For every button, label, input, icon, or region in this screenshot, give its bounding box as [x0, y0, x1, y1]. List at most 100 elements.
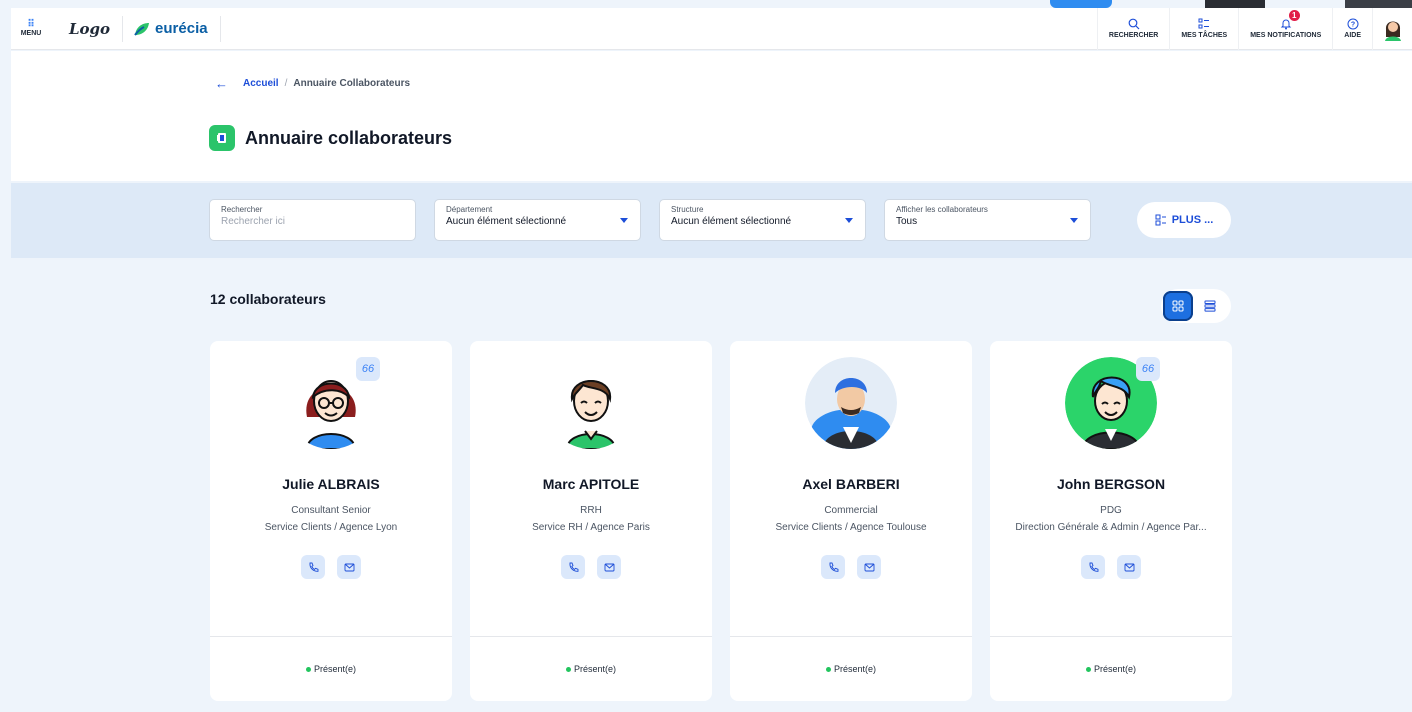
show-collaborators-label: Afficher les collaborateurs [896, 205, 988, 214]
structure-value: Aucun élément sélectionné [671, 216, 792, 227]
status-dot [1085, 666, 1091, 672]
breadcrumb: ← Accueil / Annuaire Collaborateurs [215, 76, 410, 91]
status-text: Présent(e) [313, 664, 357, 674]
show-collaborators-select[interactable]: Afficher les collaborateurs Tous [884, 199, 1091, 241]
view-toggle [1161, 289, 1231, 323]
structure-select[interactable]: Structure Aucun élément sélectionné [659, 199, 866, 241]
collaborator-department: Service Clients / Agence Toulouse [775, 522, 927, 533]
department-value: Aucun élément sélectionné [446, 216, 567, 227]
call-button[interactable] [301, 555, 325, 579]
grid-view-icon [1172, 300, 1184, 312]
notification-badge: 1 [1288, 9, 1300, 21]
phone-icon [569, 562, 578, 572]
department-label: Département [446, 205, 493, 214]
bell-icon [1280, 19, 1291, 30]
collaborator-card[interactable]: 66 Julie ALBRAIS Consultant Senior Servi… [210, 341, 452, 701]
mail-icon [604, 563, 614, 571]
email-button[interactable] [1117, 555, 1141, 579]
collaborator-card[interactable]: Marc APITOLE RRH Service RH / Agence Par… [470, 341, 712, 701]
status-badge: Présent(e) [470, 664, 712, 674]
chevron-down-icon [845, 218, 853, 223]
email-button[interactable] [857, 555, 881, 579]
phone-icon [1089, 562, 1098, 572]
collaborator-name: Julie ALBRAIS [282, 476, 380, 492]
tasks-icon [1198, 18, 1210, 29]
collaborator-department: Service RH / Agence Paris [532, 522, 650, 533]
status-dot [825, 666, 831, 672]
menu-button[interactable]: ⠿ MENU [11, 19, 51, 38]
status-badge: Présent(e) [990, 664, 1232, 674]
mail-icon [344, 563, 354, 571]
quote-icon[interactable]: 66 [1136, 357, 1160, 381]
structure-label: Structure [671, 205, 704, 214]
notifications-label: MES NOTIFICATIONS [1250, 32, 1322, 39]
filter-icon [1155, 214, 1166, 226]
quote-icon[interactable]: 66 [356, 357, 380, 381]
company-logo[interactable]: Logo [69, 15, 124, 42]
tasks-button[interactable]: MES TÂCHES [1169, 7, 1238, 50]
status-dot [565, 666, 571, 672]
breadcrumb-current: Annuaire Collaborateurs [293, 78, 411, 89]
directory-icon [209, 125, 235, 151]
top-bar: ⠿ MENU Logo eurécia RECHERCHER MES TÂCHE… [11, 7, 1412, 50]
list-view-button[interactable] [1193, 291, 1227, 321]
user-avatar[interactable] [1372, 7, 1412, 50]
more-filters-button[interactable]: PLUS ... [1137, 202, 1231, 238]
email-button[interactable] [337, 555, 361, 579]
call-button[interactable] [821, 555, 845, 579]
collaborator-role: PDG [1100, 505, 1122, 516]
status-badge: Présent(e) [210, 664, 452, 674]
page-title: Annuaire collaborateurs [245, 127, 453, 148]
help-button[interactable]: ? AIDE [1332, 7, 1372, 50]
email-button[interactable] [597, 555, 621, 579]
phone-icon [309, 562, 318, 572]
more-filters-label: PLUS ... [1171, 214, 1214, 226]
grid-view-button[interactable] [1163, 291, 1193, 321]
help-label: AIDE [1344, 32, 1361, 39]
search-label: RECHERCHER [1108, 32, 1159, 39]
card-divider [470, 636, 712, 637]
card-divider [990, 636, 1232, 637]
collaborator-card[interactable]: 66 John BERGSON PDG Direction Générale &… [990, 341, 1232, 701]
status-text: Présent(e) [1093, 664, 1137, 674]
chevron-down-icon [620, 218, 628, 223]
mail-icon [864, 563, 874, 571]
mail-icon [1124, 563, 1134, 571]
search-icon [1128, 18, 1140, 30]
notifications-button[interactable]: 1 MES NOTIFICATIONS [1238, 7, 1332, 50]
department-select[interactable]: Département Aucun élément sélectionné [434, 199, 641, 241]
call-button[interactable] [1081, 555, 1105, 579]
collaborator-count: 12 collaborateurs [210, 291, 326, 307]
show-collaborators-value: Tous [896, 216, 918, 227]
card-divider [210, 636, 452, 637]
phone-icon [829, 562, 838, 572]
avatar [805, 357, 897, 449]
tasks-label: MES TÂCHES [1181, 32, 1228, 39]
call-button[interactable] [561, 555, 585, 579]
eurecia-leaf-icon [134, 22, 150, 36]
collaborator-card[interactable]: Axel BARBERI Commercial Service Clients … [730, 341, 972, 701]
search-button[interactable]: RECHERCHER [1096, 7, 1169, 50]
help-icon: ? [1347, 18, 1359, 30]
user-avatar-icon [1384, 21, 1401, 41]
collaborator-name: Marc APITOLE [542, 476, 640, 492]
collaborator-role: Consultant Senior [291, 505, 371, 516]
brand-logo[interactable]: eurécia [133, 15, 221, 42]
grid-icon: ⠿ [27, 19, 35, 30]
collaborator-department: Direction Générale & Admin / Agence Par.… [1015, 522, 1207, 533]
filter-bar: Rechercher Rechercher ici Département Au… [11, 183, 1412, 258]
status-text: Présent(e) [833, 664, 877, 674]
back-arrow-icon[interactable]: ← [215, 76, 228, 91]
brand-name: eurécia [155, 20, 208, 37]
page-header: ← Accueil / Annuaire Collaborateurs Annu… [11, 51, 1412, 181]
breadcrumb-separator: / [284, 78, 288, 89]
status-dot [305, 666, 311, 672]
collaborator-role: Commercial [824, 505, 878, 516]
menu-label: MENU [20, 30, 42, 37]
breadcrumb-home-link[interactable]: Accueil [243, 78, 279, 89]
status-text: Présent(e) [573, 664, 617, 674]
status-badge: Présent(e) [730, 664, 972, 674]
collaborator-role: RRH [580, 505, 602, 516]
search-input[interactable]: Rechercher Rechercher ici [209, 199, 416, 241]
collaborator-name: Axel BARBERI [802, 476, 900, 492]
